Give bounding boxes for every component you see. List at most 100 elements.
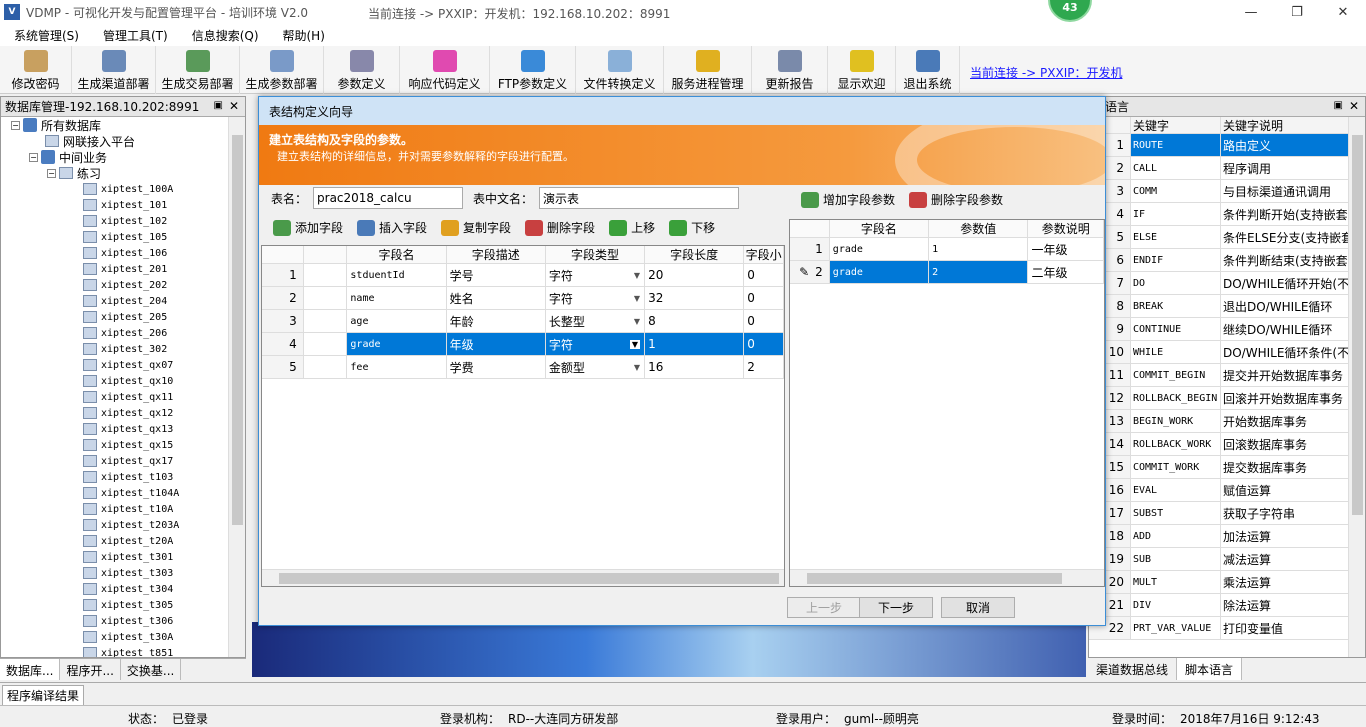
vertical-scrollbar[interactable] bbox=[1348, 117, 1365, 657]
table-row[interactable]: 20 MULT 乘法运算 bbox=[1089, 571, 1349, 594]
table-row[interactable]: 3 age 年龄 长整型 ▼ 8 0 bbox=[262, 310, 784, 333]
field-dec-cell[interactable]: 0 bbox=[744, 287, 784, 309]
tree-node-netlink[interactable]: 网联接入平台 bbox=[45, 133, 135, 149]
table-row[interactable]: 6 ENDIF 条件判断结束(支持嵌套 bbox=[1089, 249, 1349, 272]
tab-channel-bus[interactable]: 渠道数据总线 bbox=[1088, 658, 1178, 680]
table-row[interactable]: 4 grade 年级 字符 ▼ 1 0 bbox=[262, 333, 784, 356]
cancel-button[interactable]: 取消 bbox=[941, 597, 1015, 618]
table-row[interactable]: 22 PRT_VAR_VALUE 打印变量值 bbox=[1089, 617, 1349, 640]
chevron-down-icon[interactable]: ▼ bbox=[634, 363, 640, 372]
table-row[interactable]: 21 DIV 除法运算 bbox=[1089, 594, 1349, 617]
chevron-down-icon[interactable]: ▼ bbox=[629, 339, 641, 349]
insert-field-button[interactable]: 插入字段 bbox=[357, 219, 427, 236]
chevron-down-icon[interactable]: ▼ bbox=[634, 271, 640, 280]
field-desc-cell[interactable]: 年龄 bbox=[447, 310, 546, 332]
minimize-button[interactable]: — bbox=[1228, 0, 1274, 24]
pin-icon[interactable]: ▣ bbox=[1334, 100, 1343, 111]
tree-node-table[interactable]: xiptest_100A bbox=[83, 181, 173, 197]
field-len-cell[interactable]: 16 bbox=[645, 356, 745, 378]
next-step-button[interactable]: 下一步 bbox=[859, 597, 933, 618]
table-row[interactable]: 5 fee 学费 金额型 ▼ 16 2 bbox=[262, 356, 784, 379]
close-icon[interactable]: ✕ bbox=[229, 99, 239, 113]
tree-node-table[interactable]: xiptest_201 bbox=[83, 261, 167, 277]
tab-script-language[interactable]: 脚本语言 bbox=[1177, 658, 1243, 680]
scroll-thumb[interactable] bbox=[279, 573, 779, 584]
tab-program[interactable]: 程序开... bbox=[60, 659, 121, 680]
service-process-button[interactable]: 服务进程管理 bbox=[664, 46, 752, 94]
tree-node-table[interactable]: xiptest_205 bbox=[83, 309, 167, 325]
table-row[interactable]: 1 ROUTE 路由定义 bbox=[1089, 134, 1349, 157]
field-dec-cell[interactable]: 0 bbox=[744, 264, 784, 286]
field-desc-cell[interactable]: 学费 bbox=[447, 356, 546, 378]
field-len-cell[interactable]: 20 bbox=[645, 264, 745, 286]
tab-database[interactable]: 数据库... bbox=[0, 659, 61, 680]
horizontal-scrollbar[interactable] bbox=[790, 569, 1104, 586]
field-dec-cell[interactable]: 0 bbox=[744, 333, 784, 355]
close-icon[interactable]: ✕ bbox=[1349, 99, 1359, 113]
exit-system-button[interactable]: 退出系统 bbox=[896, 46, 960, 94]
tree-node-table[interactable]: xiptest_t20A bbox=[83, 533, 173, 549]
tree-node-table[interactable]: xiptest_t305 bbox=[83, 597, 173, 613]
tab-compile-result[interactable]: 程序编译结果 bbox=[2, 685, 85, 706]
tree-node-table[interactable]: xiptest_202 bbox=[83, 277, 167, 293]
tree-node-table[interactable]: xiptest_qx17 bbox=[83, 453, 173, 469]
tree-node-table[interactable]: xiptest_t851 bbox=[83, 645, 173, 657]
field-desc-cell[interactable]: 学号 bbox=[447, 264, 546, 286]
add-field-button[interactable]: 添加字段 bbox=[273, 219, 343, 236]
tree-node-table[interactable]: xiptest_qx13 bbox=[83, 421, 173, 437]
scroll-thumb[interactable] bbox=[807, 573, 1062, 584]
table-row[interactable]: 2 CALL 程序调用 bbox=[1089, 157, 1349, 180]
table-row[interactable]: 15 COMMIT_WORK 提交数据库事务 bbox=[1089, 456, 1349, 479]
response-code-button[interactable]: 响应代码定义 bbox=[400, 46, 490, 94]
tree-node-table[interactable]: xiptest_204 bbox=[83, 293, 167, 309]
tree-node-table[interactable]: xiptest_t306 bbox=[83, 613, 173, 629]
table-row[interactable]: 1 grade 1 一年级 bbox=[790, 238, 1104, 261]
table-row[interactable]: 16 EVAL 赋值运算 bbox=[1089, 479, 1349, 502]
delete-field-button[interactable]: 删除字段 bbox=[525, 219, 595, 236]
param-desc-cell[interactable]: 一年级 bbox=[1028, 238, 1104, 260]
tree-node-table[interactable]: xiptest_qx10 bbox=[83, 373, 173, 389]
param-define-button[interactable]: 参数定义 bbox=[324, 46, 400, 94]
tree-node-table[interactable]: xiptest_t30A bbox=[83, 629, 173, 645]
move-down-button[interactable]: 下移 bbox=[669, 219, 715, 236]
field-type-cell[interactable]: 长整型 ▼ bbox=[546, 310, 646, 332]
table-row[interactable]: ✎ 2 grade 2 二年级 bbox=[790, 261, 1104, 284]
gen-channel-deploy-button[interactable]: 生成渠道部署 bbox=[72, 46, 156, 94]
tree-node-practice[interactable]: − 练习 bbox=[47, 165, 101, 181]
pin-icon[interactable]: ▣ bbox=[214, 100, 223, 111]
field-type-cell[interactable]: 金额型 ▼ bbox=[546, 356, 646, 378]
param-desc-cell[interactable]: 二年级 bbox=[1028, 261, 1104, 283]
field-dec-cell[interactable]: 2 bbox=[744, 356, 784, 378]
tree-node-table[interactable]: xiptest_qx11 bbox=[83, 389, 173, 405]
move-up-button[interactable]: 上移 bbox=[609, 219, 655, 236]
table-row[interactable]: 11 COMMIT_BEGIN 提交并开始数据库事务 bbox=[1089, 364, 1349, 387]
field-len-cell[interactable]: 32 bbox=[645, 287, 745, 309]
table-row[interactable]: 17 SUBST 获取子字符串 bbox=[1089, 502, 1349, 525]
table-row[interactable]: 14 ROLLBACK_WORK 回滚数据库事务 bbox=[1089, 433, 1349, 456]
field-type-cell[interactable]: 字符 ▼ bbox=[546, 264, 646, 286]
close-button[interactable]: ✕ bbox=[1320, 0, 1366, 24]
table-row[interactable]: 4 IF 条件判断开始(支持嵌套 bbox=[1089, 203, 1349, 226]
field-name-cell[interactable]: name bbox=[347, 287, 447, 309]
prev-step-button[interactable]: 上一步 bbox=[787, 597, 861, 618]
tree-node-table[interactable]: xiptest_206 bbox=[83, 325, 167, 341]
field-len-cell[interactable]: 1 bbox=[645, 333, 745, 355]
copy-field-button[interactable]: 复制字段 bbox=[441, 219, 511, 236]
tree-node-table[interactable]: xiptest_qx07 bbox=[83, 357, 173, 373]
field-type-cell[interactable]: 字符 ▼ bbox=[545, 333, 646, 355]
tree-node-table[interactable]: xiptest_t304 bbox=[83, 581, 173, 597]
update-report-button[interactable]: 更新报告 bbox=[752, 46, 828, 94]
notification-badge[interactable]: 43 bbox=[1048, 0, 1092, 22]
table-row[interactable]: 13 BEGIN_WORK 开始数据库事务 bbox=[1089, 410, 1349, 433]
ftp-param-button[interactable]: FTP参数定义 bbox=[490, 46, 576, 94]
menu-search[interactable]: 信息搜索(Q) bbox=[178, 27, 269, 44]
table-cn-input[interactable] bbox=[539, 187, 740, 209]
collapse-icon[interactable]: − bbox=[47, 168, 56, 178]
table-row[interactable]: 9 CONTINUE 继续DO/WHILE循环 bbox=[1089, 318, 1349, 341]
table-row[interactable]: 8 BREAK 退出DO/WHILE循环 bbox=[1089, 295, 1349, 318]
table-row[interactable]: 18 ADD 加法运算 bbox=[1089, 525, 1349, 548]
collapse-icon[interactable]: − bbox=[29, 152, 38, 162]
field-dec-cell[interactable]: 0 bbox=[744, 310, 784, 332]
table-row[interactable]: 3 COMM 与目标渠道通讯调用 bbox=[1089, 180, 1349, 203]
change-password-button[interactable]: 修改密码 bbox=[0, 46, 72, 94]
